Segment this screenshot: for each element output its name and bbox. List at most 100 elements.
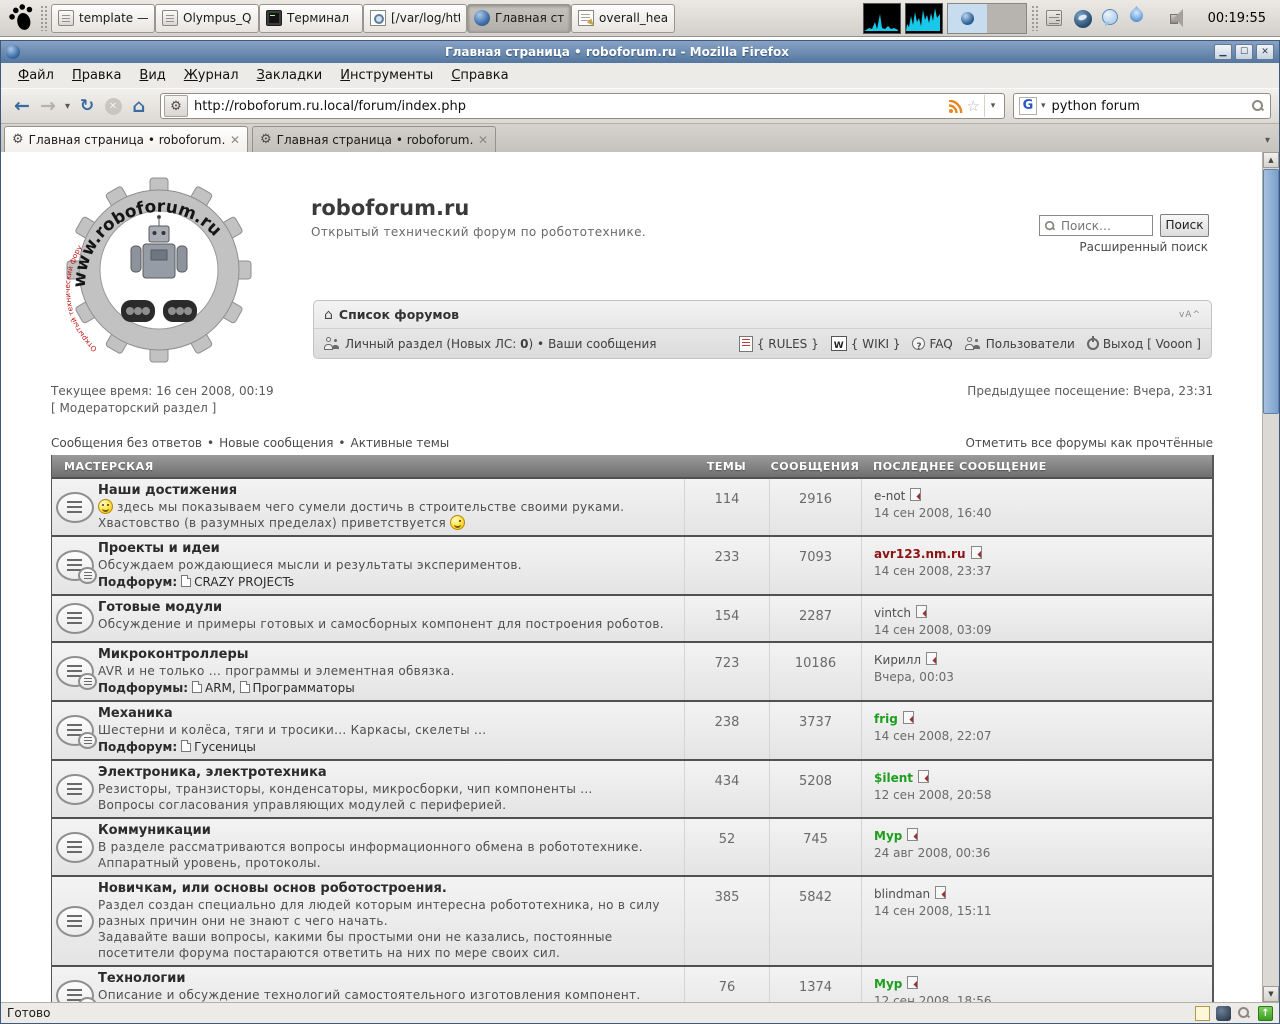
your-posts-link[interactable]: Ваши сообщения (548, 337, 656, 351)
stop-button[interactable]: ✕ (100, 93, 126, 119)
forum-search-input[interactable] (1059, 218, 1143, 234)
category-title[interactable]: МАСТЕРСКАЯ (52, 460, 684, 473)
subforum-link[interactable]: ARM (205, 681, 232, 695)
taskbar-window-button[interactable]: template — ... (51, 4, 155, 33)
rss-icon[interactable] (948, 99, 963, 113)
url-dropdown-icon[interactable]: ▾ (984, 95, 1001, 117)
moderator-section-link[interactable]: [ Модераторский раздел ] (51, 401, 216, 415)
maximize-button[interactable]: ☐ (1235, 44, 1253, 60)
extension-magnifier-icon[interactable] (1237, 1006, 1252, 1021)
minimize-button[interactable]: ▁ (1214, 44, 1232, 60)
menu-item[interactable]: Журнал (175, 65, 248, 86)
taskbar-window-button[interactable]: Главная стр... (467, 4, 571, 33)
chat-app-icon[interactable] (1098, 6, 1122, 30)
browser-tab[interactable]: ⚙Главная страница • roboforum…✕ (4, 126, 248, 152)
site-logo[interactable]: www.roboforum.ru Открытый технический фо… (61, 168, 257, 379)
menu-item[interactable]: Справка (442, 65, 517, 86)
gnome-menu-icon[interactable] (6, 3, 36, 33)
last-post-user-link[interactable]: $ilent (874, 771, 913, 785)
url-bar[interactable]: ⚙ ☆ ▾ (160, 93, 1005, 119)
reload-button[interactable]: ↻ (74, 93, 100, 119)
forum-search-button[interactable]: Поиск (1160, 214, 1209, 237)
last-post-user-link[interactable]: e-not (874, 489, 905, 503)
header-link[interactable]: Выход [ Vooon ] (1087, 337, 1201, 351)
panel-clock[interactable]: 00:19:55 (1208, 11, 1266, 26)
forum-title-link[interactable]: Электроника, электротехника (98, 765, 676, 781)
url-input[interactable] (192, 98, 944, 115)
forum-title-link[interactable]: Наши достижения (98, 483, 676, 499)
scroll-down-icon[interactable]: ▼ (1263, 986, 1279, 1002)
last-post-user-link[interactable]: vintch (874, 606, 911, 620)
last-post-user-link[interactable]: Мур (874, 977, 902, 991)
subforum-link[interactable]: Программаторы (253, 681, 355, 695)
water-drop-icon[interactable] (1126, 6, 1150, 30)
panel-drag-handle-2[interactable] (1031, 5, 1038, 31)
system-monitor-applet-2[interactable] (905, 3, 943, 34)
taskbar-window-button[interactable]: Терминал (259, 4, 363, 33)
forum-title-link[interactable]: Коммуникации (98, 823, 676, 839)
goto-last-post-icon[interactable] (907, 976, 918, 989)
menu-item[interactable]: Правка (63, 65, 130, 86)
header-link[interactable]: FAQ (912, 337, 952, 351)
forum-title-link[interactable]: Механика (98, 706, 676, 722)
header-link[interactable]: { WIKI } (831, 336, 901, 351)
file-manager-icon[interactable] (1042, 6, 1066, 30)
advanced-search-link[interactable]: Расширенный поиск (1079, 240, 1208, 254)
back-button[interactable]: ← (9, 93, 35, 119)
system-monitor-applet-1[interactable] (863, 3, 901, 34)
window-titlebar[interactable]: Главная страница • roboforum.ru - Mozill… (1, 41, 1279, 63)
scrollbar-thumb[interactable] (1263, 169, 1279, 414)
scroll-up-icon[interactable]: ▲ (1263, 152, 1279, 168)
quick-link[interactable]: Сообщения без ответов (51, 436, 202, 450)
web-search-input[interactable] (1050, 98, 1247, 115)
workspace-1[interactable] (948, 4, 987, 33)
extension-page-icon[interactable] (1195, 1006, 1210, 1021)
forum-title-link[interactable]: Проекты и идеи (98, 541, 676, 557)
close-button[interactable]: ✕ (1256, 44, 1274, 60)
goto-last-post-icon[interactable] (918, 770, 929, 783)
font-size-control[interactable]: vA^ (1179, 310, 1201, 320)
header-link[interactable]: Пользователи (965, 337, 1075, 351)
tab-list-chevron-icon[interactable]: ▾ (1265, 135, 1276, 152)
forum-title-link[interactable]: Технологии (98, 971, 676, 987)
bookmark-star-icon[interactable]: ☆ (967, 97, 980, 115)
goto-last-post-icon[interactable] (926, 652, 937, 665)
update-available-icon[interactable]: ↑ (1258, 1006, 1273, 1021)
forum-title-link[interactable]: Новичкам, или основы основ роботостроени… (98, 881, 676, 897)
board-index-link[interactable]: Список форумов (339, 307, 459, 322)
header-link[interactable]: { RULES } (739, 336, 819, 352)
goto-last-post-icon[interactable] (971, 546, 982, 559)
last-post-user-link[interactable]: frig (874, 712, 898, 726)
tab-close-icon[interactable]: ✕ (478, 133, 488, 147)
history-dropdown-icon[interactable]: ▾ (61, 93, 74, 119)
vertical-scrollbar[interactable]: ▲ ▼ (1262, 152, 1279, 1002)
goto-last-post-icon[interactable] (903, 711, 914, 724)
subforum-link[interactable]: CRAZY PROJECTs (194, 575, 294, 589)
last-post-user-link[interactable]: blindman (874, 887, 930, 901)
last-post-user-link[interactable]: Мур (874, 829, 902, 843)
browser-tab[interactable]: ⚙Главная страница • roboforum…✕ (252, 126, 496, 152)
goto-last-post-icon[interactable] (935, 886, 946, 899)
goto-last-post-icon[interactable] (907, 828, 918, 841)
mark-forums-read-link[interactable]: Отметить все форумы как прочтённые (965, 436, 1213, 450)
goto-last-post-icon[interactable] (910, 488, 921, 501)
menu-item[interactable]: Закладки (248, 65, 332, 86)
last-post-user-link[interactable]: avr123.nm.ru (874, 547, 966, 561)
forum-title-link[interactable]: Микроконтроллеры (98, 647, 676, 663)
goto-last-post-icon[interactable] (916, 605, 927, 618)
menu-item[interactable]: Инструменты (331, 65, 442, 86)
last-post-user-link[interactable]: Кирилл (874, 653, 921, 667)
private-messages-link[interactable]: Личный раздел (Новых ЛС: 0) • (345, 337, 544, 351)
taskbar-window-button[interactable]: Olympus_Q... (155, 4, 259, 33)
taskbar-window-button[interactable]: overall_head... (571, 4, 675, 33)
volume-icon[interactable] (1168, 8, 1190, 28)
quick-link[interactable]: Новые сообщения (219, 436, 333, 450)
search-engine-dropdown-icon[interactable]: ▾ (1041, 101, 1046, 111)
quick-link[interactable]: Активные темы (351, 436, 450, 450)
search-magnifier-icon[interactable] (1251, 99, 1265, 113)
menu-item[interactable]: Файл (9, 65, 63, 86)
search-bar[interactable]: G ▾ (1013, 93, 1271, 119)
subforum-link[interactable]: Гусеницы (194, 740, 256, 754)
taskbar-window-button[interactable]: [/var/log/http... (363, 4, 467, 33)
forum-search-box[interactable] (1039, 215, 1153, 236)
